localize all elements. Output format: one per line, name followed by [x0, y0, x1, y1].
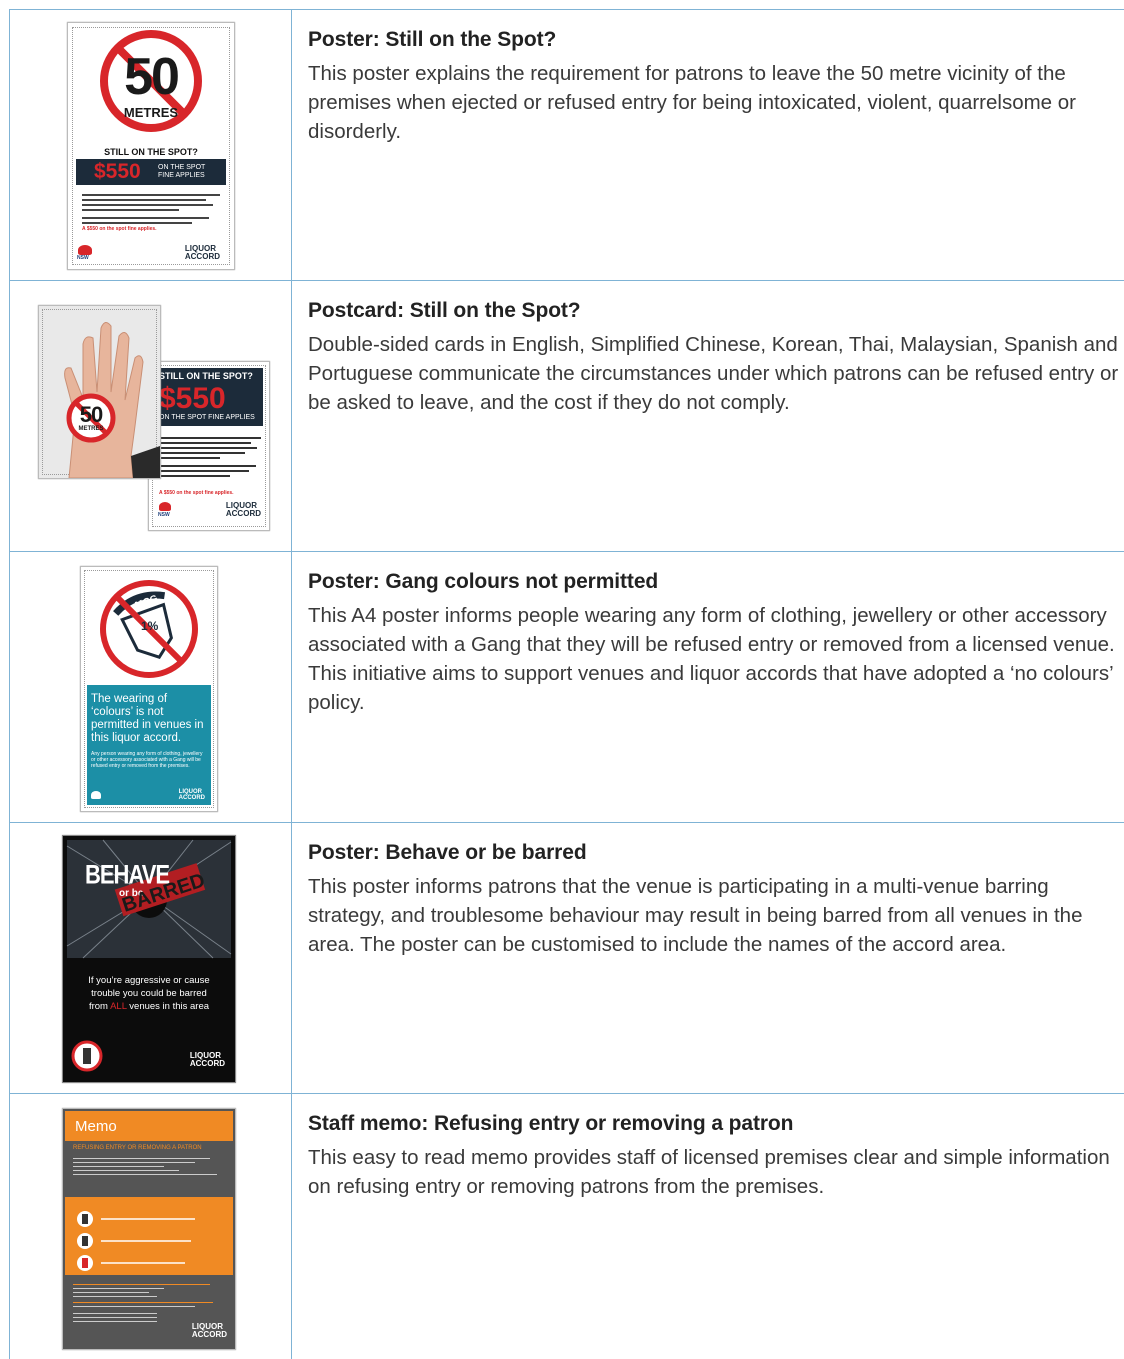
postcard-sign-number: 50	[79, 402, 103, 427]
item-title: Poster: Still on the Spot?	[308, 28, 557, 51]
liquor-accord-logo: LIQUOR ACCORD	[225, 501, 261, 518]
table-row: 50 METRES STILL ON THE SPOT? $550 ON THE…	[9, 10, 1124, 281]
thumbnail-cell: STILL ON THE SPOT? $550 ON THE SPOT FINE…	[10, 281, 291, 551]
fine-note-small: A $550 on the spot fine applies.	[82, 226, 157, 232]
table-row: STILL ON THE SPOT? $550 ON THE SPOT FINE…	[9, 281, 1124, 552]
thumbnail-cell: Memo REFUSING ENTRY OR REMOVING A PATRON	[10, 1094, 291, 1359]
publications-table: 50 METRES STILL ON THE SPOT? $550 ON THE…	[9, 9, 1124, 1359]
item-title: Poster: Behave or be barred	[308, 841, 587, 864]
sign-number: 50	[124, 48, 180, 106]
memo-orange-panel	[65, 1197, 233, 1275]
postcard-sign-unit: METRES	[78, 426, 104, 432]
small-print	[82, 191, 220, 227]
nsw-logo-text: NSW	[158, 512, 170, 518]
liquor-accord-logo: LIQUOR ACCORD	[184, 244, 220, 261]
postcard-front-thumbnail[interactable]: 50 METRES	[38, 305, 161, 479]
memo-header-bar: Memo	[65, 1111, 233, 1141]
teal-panel: The wearing of ‘colours’ is not permitte…	[87, 685, 211, 805]
item-description: This A4 poster informs people wearing an…	[308, 604, 1115, 714]
memo-intro-lines	[73, 1155, 225, 1178]
sign-unit: METRES	[123, 105, 179, 120]
item-title: Poster: Gang colours not permitted	[308, 570, 659, 593]
memo-thumbnail[interactable]: Memo REFUSING ENTRY OR REMOVING A PATRON	[62, 1108, 236, 1350]
memo-step-icons	[77, 1211, 195, 1271]
nsw-logo-text: NSW	[77, 255, 89, 261]
postcard-heading: STILL ON THE SPOT?	[159, 371, 253, 381]
stop-hand-icon	[64, 322, 160, 478]
teal-panel-small-print: Any person wearing any form of clothing,…	[91, 751, 203, 769]
table-row: BEHAVE or be BARRED If you’re aggressive…	[9, 823, 1124, 1094]
memo-body-lines	[73, 1281, 225, 1325]
description-cell: Postcard: Still on the Spot? Double-side…	[308, 299, 1124, 417]
description-cell: Staff memo: Refusing entry or removing a…	[308, 1112, 1124, 1201]
item-description: This poster explains the requirement for…	[308, 62, 1077, 143]
column-divider	[291, 10, 292, 280]
liquor-accord-logo: LIQUOR ACCORD	[178, 789, 205, 801]
item-description: This easy to read memo provides staff of…	[308, 1146, 1110, 1198]
item-description: Double-sided cards in English, Simplifie…	[308, 333, 1119, 414]
patch-percent: 1%	[141, 619, 159, 633]
fine-banner: $550 ON THE SPOT FINE APPLIES	[76, 159, 226, 185]
thumbnail-cell: 50 METRES STILL ON THE SPOT? $550 ON THE…	[10, 10, 291, 280]
column-divider	[291, 281, 292, 551]
fine-amount: $550	[94, 160, 141, 183]
table-row: Memo REFUSING ENTRY OR REMOVING A PATRON	[9, 1094, 1124, 1359]
postcard-back-thumbnail[interactable]: STILL ON THE SPOT? $550 ON THE SPOT FINE…	[148, 361, 270, 531]
item-description: This poster informs patrons that the ven…	[308, 875, 1083, 956]
thumbnail-cell: BEHAVE or be BARRED If you’re aggressive…	[10, 823, 291, 1093]
nsw-logo-icon	[91, 791, 101, 799]
fine-note: ON THE SPOT FINE APPLIES	[158, 164, 206, 179]
liquor-accord-logo: LIQUOR ACCORD	[189, 1051, 225, 1068]
poster-thumbnail-gang-colours[interactable]: MCG 1% The wearing of ‘colours’ is not p…	[80, 566, 218, 812]
poster-thumbnail-behave-or-be-barred[interactable]: BEHAVE or be BARRED If you’re aggressive…	[62, 835, 236, 1083]
nsw-logo-icon	[159, 502, 171, 511]
thumbnail-cell: MCG 1% The wearing of ‘colours’ is not p…	[10, 552, 291, 822]
item-title: Staff memo: Refusing entry or removing a…	[308, 1112, 794, 1135]
column-divider	[291, 1094, 292, 1359]
memo-header-text: Memo	[75, 1118, 117, 1135]
description-cell: Poster: Gang colours not permitted This …	[308, 570, 1124, 717]
item-title: Postcard: Still on the Spot?	[308, 299, 581, 322]
poster-thumbnail-still-on-the-spot[interactable]: 50 METRES STILL ON THE SPOT? $550 ON THE…	[67, 22, 235, 270]
teal-panel-text: The wearing of ‘colours’ is not permitte…	[91, 693, 204, 744]
poster-message: If you’re aggressive or cause trouble yo…	[88, 975, 210, 1012]
column-divider	[291, 823, 292, 1093]
memo-subheading: REFUSING ENTRY OR REMOVING A PATRON	[73, 1145, 202, 1151]
postcard-note: A $550 on the spot fine applies.	[159, 490, 234, 496]
nsw-logo-icon	[78, 245, 92, 255]
postcard-small-print	[159, 434, 261, 480]
postcard-fine-note: ON THE SPOT FINE APPLIES	[159, 414, 255, 421]
column-divider	[291, 552, 292, 822]
table-row: MCG 1% The wearing of ‘colours’ is not p…	[9, 552, 1124, 823]
description-cell: Poster: Behave or be barred This poster …	[308, 841, 1124, 959]
postcard-fine: $550	[159, 382, 226, 415]
liquor-accord-logo: LIQUOR ACCORD	[191, 1322, 227, 1339]
thumb-heading: STILL ON THE SPOT?	[104, 147, 198, 157]
postcard-banner: STILL ON THE SPOT? $550 ON THE SPOT FINE…	[155, 368, 263, 426]
description-cell: Poster: Still on the Spot? This poster e…	[308, 28, 1124, 146]
